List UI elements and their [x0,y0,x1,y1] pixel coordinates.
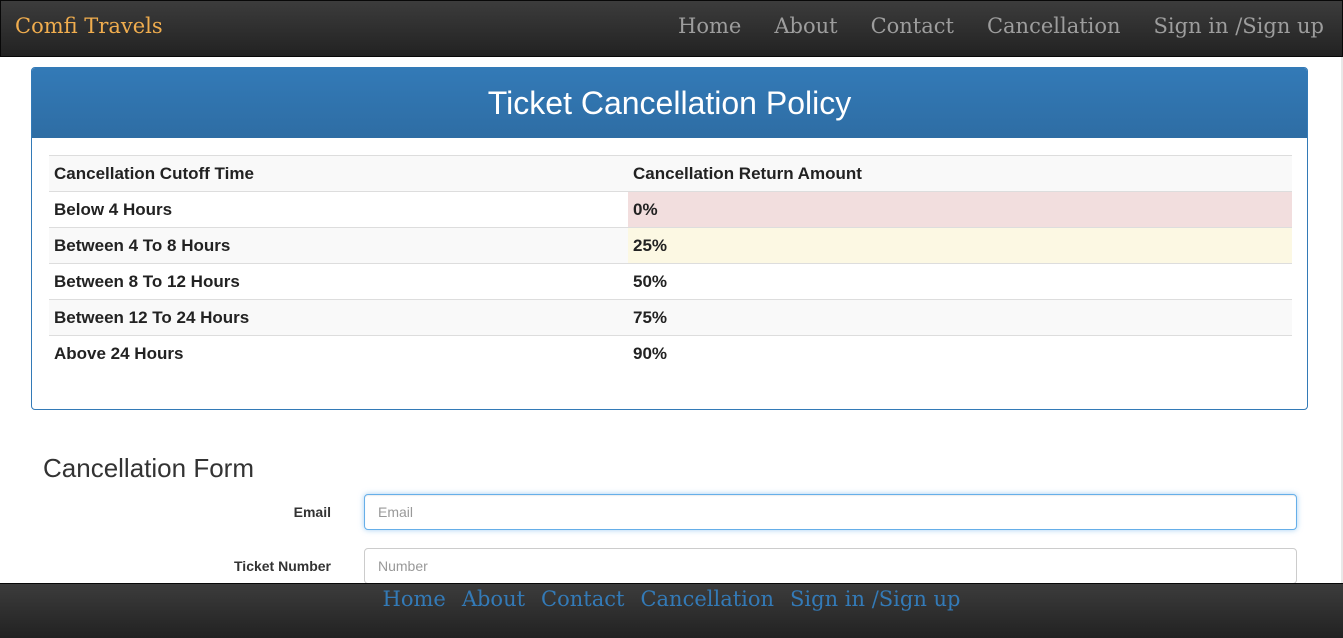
footer-link-signin[interactable]: Sign in /Sign up [790,587,960,611]
brand-link[interactable]: Comfi Travels [15,14,163,38]
email-label: Email [293,504,331,520]
return-cell: 0% [628,191,1292,228]
ticket-number-input[interactable] [364,548,1297,584]
form-title: Cancellation Form [43,453,254,483]
column-header-return: Cancellation Return Amount [628,155,1292,192]
table-row: Between 8 To 12 Hours 50% [49,263,1292,300]
cutoff-cell: Below 4 Hours [49,191,628,228]
return-cell: 90% [628,335,1292,372]
table-row: Between 12 To 24 Hours 75% [49,299,1292,336]
footer-link-contact[interactable]: Contact [541,587,624,611]
return-cell: 75% [628,299,1292,336]
cutoff-cell: Between 4 To 8 Hours [49,227,628,264]
page: Comfi Travels Home About Contact Cancell… [0,0,1343,638]
nav-link-about[interactable]: About [774,14,837,38]
table-row: Above 24 Hours 90% [49,335,1292,372]
nav-link-cancellation[interactable]: Cancellation [987,14,1121,38]
top-nav-menu: Home About Contact Cancellation Sign in … [645,14,1324,38]
policy-table: Cancellation Cutoff Time Cancellation Re… [49,155,1292,372]
footer-link-cancellation[interactable]: Cancellation [640,587,774,611]
footer-navbar: Home About Contact Cancellation Sign in … [0,583,1343,638]
return-cell: 25% [628,227,1292,264]
nav-link-home[interactable]: Home [678,14,741,38]
column-header-cutoff: Cancellation Cutoff Time [49,155,628,192]
footer-link-home[interactable]: Home [383,587,446,611]
cutoff-cell: Between 12 To 24 Hours [49,299,628,336]
table-header-row: Cancellation Cutoff Time Cancellation Re… [49,155,1292,192]
ticket-number-label: Ticket Number [234,558,331,574]
nav-link-signin[interactable]: Sign in /Sign up [1154,14,1324,38]
policy-title: Ticket Cancellation Policy [32,68,1307,138]
footer-nav-menu: Home About Contact Cancellation Sign in … [0,587,1343,611]
table-row: Between 4 To 8 Hours 25% [49,227,1292,264]
top-navbar: Comfi Travels Home About Contact Cancell… [0,0,1343,57]
return-cell: 50% [628,263,1292,300]
cutoff-cell: Above 24 Hours [49,335,628,372]
table-row: Below 4 Hours 0% [49,191,1292,228]
footer-link-about[interactable]: About [462,587,525,611]
cutoff-cell: Between 8 To 12 Hours [49,263,628,300]
nav-link-contact[interactable]: Contact [871,14,954,38]
policy-panel: Ticket Cancellation Policy Cancellation … [31,67,1308,410]
email-input[interactable] [364,494,1297,530]
